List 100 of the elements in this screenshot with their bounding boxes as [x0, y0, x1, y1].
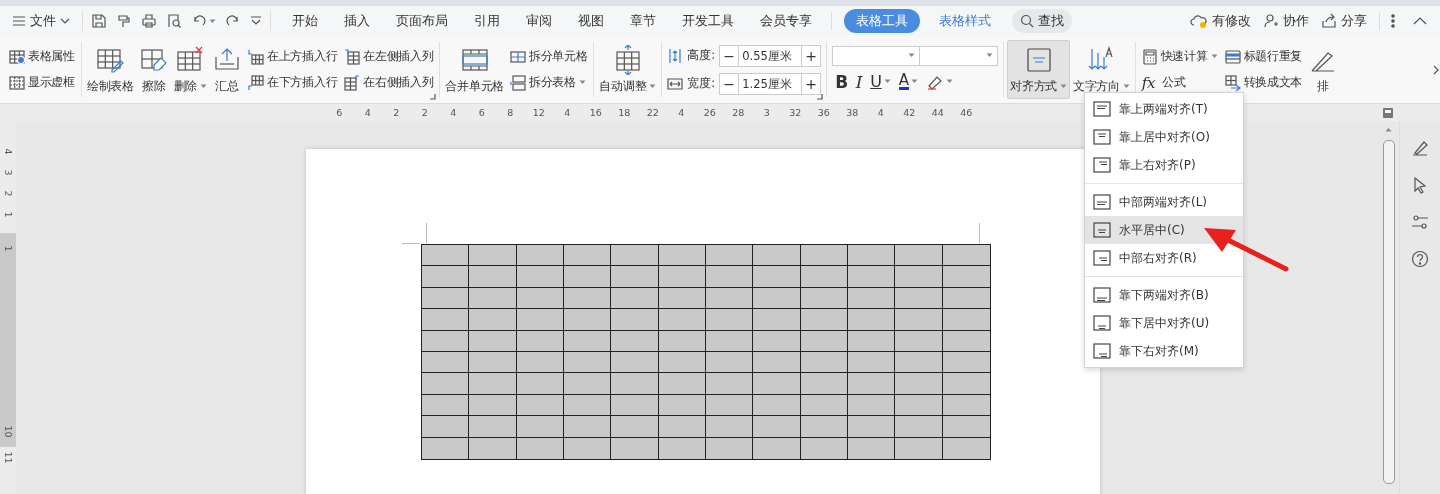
table-cell[interactable] [469, 394, 517, 417]
table-cell[interactable] [611, 287, 659, 310]
italic-button[interactable]: I [852, 69, 866, 94]
number-stepper[interactable]: − 1.25厘米 + [719, 72, 822, 95]
ribbon-button[interactable]: 自动调整 [597, 40, 659, 99]
table-cell[interactable] [753, 373, 801, 395]
table-cell[interactable] [753, 245, 801, 267]
ribbon-button[interactable]: 快速计算 [1140, 45, 1219, 68]
table-cell[interactable] [753, 437, 801, 459]
table-cell[interactable] [469, 287, 517, 310]
table-cell[interactable] [422, 330, 470, 352]
table-cell[interactable] [706, 416, 754, 438]
ribbon-button[interactable]: 删除 [171, 40, 210, 99]
print-button[interactable] [141, 13, 157, 29]
table-cell[interactable] [800, 309, 848, 331]
search-button[interactable]: 查找 [1012, 9, 1072, 33]
table-cell[interactable] [611, 416, 659, 438]
ribbon-tab[interactable]: 表格样式 [926, 9, 1004, 33]
ribbon-tab[interactable]: 开发工具 [669, 9, 747, 33]
ribbon-button[interactable]: 转换成文本 [1223, 71, 1304, 94]
toolbar-button[interactable]: 协作 [1257, 9, 1315, 33]
menu-item[interactable]: 靠下两端对齐(B) [1085, 281, 1243, 309]
table-cell[interactable] [753, 266, 801, 288]
ribbon-button[interactable]: 在右侧插入列 [343, 71, 435, 94]
table-cell[interactable] [942, 245, 990, 267]
ribbon-button[interactable]: 绘制表格 [84, 40, 136, 99]
ribbon-tab[interactable]: 审阅 [513, 9, 565, 33]
toolbar-button[interactable]: 有修改 [1184, 9, 1257, 33]
table-cell[interactable] [422, 266, 470, 288]
ribbon-button[interactable]: 在左侧插入列 [343, 45, 435, 68]
print-preview-button[interactable] [166, 13, 182, 29]
table-cell[interactable] [422, 373, 470, 395]
table-cell[interactable] [895, 330, 943, 352]
ribbon-button[interactable]: 显示虚框 [8, 71, 76, 94]
ribbon-button[interactable]: 对齐方式 [1007, 40, 1070, 99]
menu-item[interactable]: 靠上右对齐(P) [1085, 151, 1243, 179]
table-cell[interactable] [942, 266, 990, 288]
ribbon-button[interactable]: 汇总 [210, 40, 245, 99]
table-cell[interactable] [422, 287, 470, 310]
ribbon-tab[interactable]: 视图 [565, 9, 617, 33]
table-cell[interactable] [895, 266, 943, 288]
table-cell[interactable] [753, 330, 801, 352]
table-cell[interactable] [564, 373, 612, 395]
table-cell[interactable] [848, 245, 896, 267]
font-color-button[interactable]: A [895, 69, 921, 94]
table-cell[interactable] [942, 373, 990, 395]
table-cell[interactable] [611, 330, 659, 352]
table-cell[interactable] [658, 416, 706, 438]
table-cell[interactable] [422, 309, 470, 331]
file-menu[interactable]: 文件 [8, 9, 78, 33]
scrollbar[interactable] [1382, 127, 1395, 484]
bold-button[interactable]: B [832, 69, 851, 94]
table-cell[interactable] [753, 309, 801, 331]
ribbon-tab[interactable]: 引用 [461, 9, 513, 33]
table-cell[interactable] [706, 266, 754, 288]
table-cell[interactable] [611, 351, 659, 374]
ribbon-button[interactable]: 在上方插入行 [247, 45, 339, 68]
table-cell[interactable] [611, 309, 659, 331]
table-cell[interactable] [469, 330, 517, 352]
table-cell[interactable] [422, 437, 470, 459]
number-stepper[interactable]: − 0.55厘米 + [719, 44, 822, 67]
table-cell[interactable] [800, 373, 848, 395]
table-cell[interactable] [942, 416, 990, 438]
table-cell[interactable] [564, 309, 612, 331]
table-cell[interactable] [800, 416, 848, 438]
ribbon-tab[interactable]: 会员专享 [747, 9, 825, 33]
table-cell[interactable] [611, 373, 659, 395]
save-button[interactable] [91, 13, 107, 29]
ribbon-button[interactable]: 在下方插入行 [247, 71, 339, 94]
table-cell[interactable] [848, 373, 896, 395]
table-cell[interactable] [800, 245, 848, 267]
table-cell[interactable] [516, 416, 564, 438]
ribbon-button[interactable]: fx 公式 [1140, 71, 1219, 94]
table-cell[interactable] [706, 245, 754, 267]
table-cell[interactable] [516, 373, 564, 395]
table-cell[interactable] [942, 309, 990, 331]
table-cell[interactable] [469, 266, 517, 288]
table-cell[interactable] [516, 266, 564, 288]
table-cell[interactable] [848, 309, 896, 331]
table-cell[interactable] [895, 373, 943, 395]
menu-item[interactable]: 靠下右对齐(M) [1085, 337, 1243, 365]
table-cell[interactable] [422, 394, 470, 417]
table-cell[interactable] [753, 394, 801, 417]
format-brush-button[interactable] [116, 13, 132, 29]
table-cell[interactable] [564, 416, 612, 438]
table-cell[interactable] [753, 416, 801, 438]
table-cell[interactable] [564, 266, 612, 288]
table-cell[interactable] [753, 351, 801, 374]
table-cell[interactable] [422, 416, 470, 438]
menu-item[interactable]: 靠下居中对齐(U) [1085, 309, 1243, 337]
table-cell[interactable] [895, 437, 943, 459]
table-cell[interactable] [800, 266, 848, 288]
table-cell[interactable] [753, 287, 801, 310]
menu-item[interactable]: 水平居中(C) [1085, 216, 1243, 244]
table-cell[interactable] [706, 309, 754, 331]
toolbar-button[interactable]: 分享 [1315, 9, 1373, 33]
table-cell[interactable] [564, 245, 612, 267]
table-cell[interactable] [848, 266, 896, 288]
table-cell[interactable] [469, 416, 517, 438]
table-cell[interactable] [895, 309, 943, 331]
